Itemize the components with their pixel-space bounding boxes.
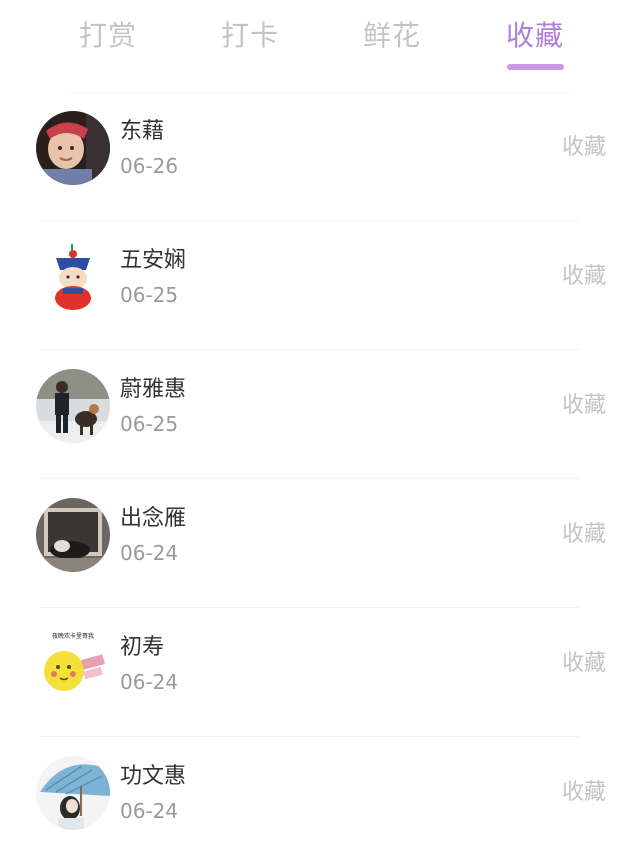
list-item[interactable]: 功文惠 06-24 收藏 bbox=[0, 737, 640, 866]
item-date: 06-25 bbox=[120, 283, 179, 307]
favorite-button[interactable]: 收藏 bbox=[562, 775, 606, 811]
tab-checkin[interactable]: 打卡 bbox=[205, 16, 295, 56]
tab-reward[interactable]: 打赏 bbox=[63, 16, 153, 56]
sleeping-pet-photo-icon[interactable] bbox=[36, 498, 110, 572]
favorite-button[interactable]: 收藏 bbox=[562, 259, 606, 295]
cartoon-character-icon[interactable] bbox=[36, 240, 110, 314]
tab-bar: 打赏 打卡 鲜花 收藏 bbox=[0, 0, 640, 78]
user-name: 出念雁 bbox=[120, 506, 187, 531]
umbrella-girl-photo-icon[interactable] bbox=[36, 756, 110, 830]
item-date: 06-24 bbox=[120, 799, 179, 823]
favorite-button[interactable]: 收藏 bbox=[562, 388, 606, 424]
list-item[interactable]: 蔚雅惠 06-25 收藏 bbox=[0, 350, 640, 479]
user-name: 功文惠 bbox=[120, 764, 187, 789]
favorite-button[interactable]: 收藏 bbox=[562, 130, 606, 166]
favorites-page: 打赏 打卡 鲜花 收藏 东藉 06-26 收藏 五安娴 06-25 收藏 蔚雅惠… bbox=[0, 0, 640, 866]
list-item[interactable]: 五安娴 06-25 收藏 bbox=[0, 221, 640, 350]
list-item[interactable]: 出念雁 06-24 收藏 bbox=[0, 479, 640, 608]
favorite-button[interactable]: 收藏 bbox=[562, 646, 606, 682]
sticker-caption: 夜晚欢卡里哥我 bbox=[52, 632, 94, 640]
list-item[interactable]: 东藉 06-26 收藏 bbox=[0, 92, 640, 221]
active-tab-indicator bbox=[507, 64, 564, 70]
user-name: 东藉 bbox=[120, 119, 165, 144]
item-date: 06-25 bbox=[120, 412, 179, 436]
user-name: 五安娴 bbox=[120, 248, 187, 273]
tab-favorites[interactable]: 收藏 bbox=[490, 16, 580, 56]
user-name: 蔚雅惠 bbox=[120, 377, 187, 402]
user-name: 初寿 bbox=[120, 635, 165, 660]
item-date: 06-24 bbox=[120, 670, 179, 694]
moon-face-sticker-icon[interactable]: 夜晚欢卡里哥我 bbox=[36, 627, 110, 701]
item-date: 06-26 bbox=[120, 154, 179, 178]
favorite-button[interactable]: 收藏 bbox=[562, 517, 606, 553]
list-item[interactable]: 夜晚欢卡里哥我 初寿 06-24 收藏 bbox=[0, 608, 640, 737]
item-date: 06-24 bbox=[120, 541, 179, 565]
tab-flowers[interactable]: 鲜花 bbox=[347, 16, 437, 56]
person-with-dog-photo-icon[interactable] bbox=[36, 369, 110, 443]
baby-photo-icon[interactable] bbox=[36, 111, 110, 185]
